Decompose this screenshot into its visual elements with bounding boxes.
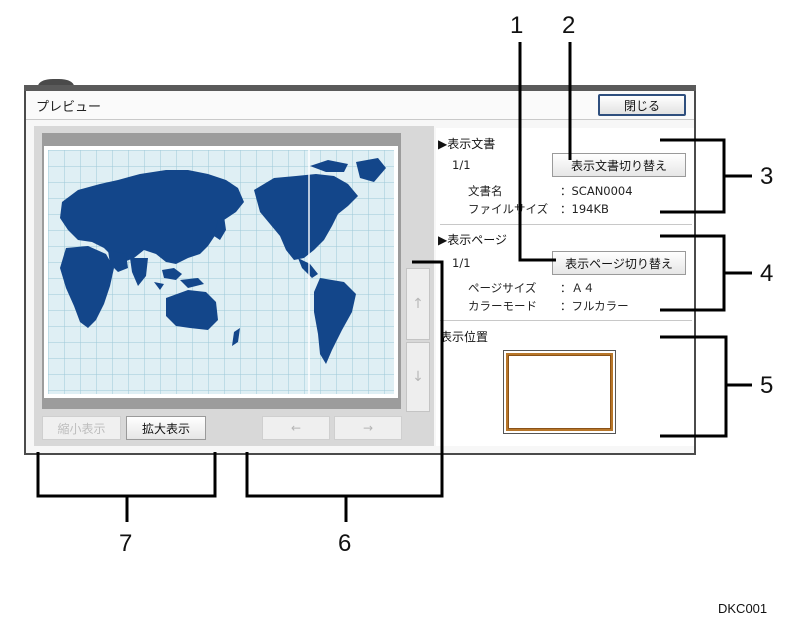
callout-lines	[36, 42, 752, 522]
callout-3: 3	[760, 163, 774, 190]
callout-1: 1	[510, 12, 524, 39]
callout-7: 7	[119, 530, 133, 557]
callout-5: 5	[760, 372, 774, 399]
callout-2: 2	[562, 12, 576, 39]
figure-code: DKC001	[718, 601, 768, 616]
callout-4: 4	[760, 260, 774, 287]
callout-6: 6	[338, 530, 352, 557]
